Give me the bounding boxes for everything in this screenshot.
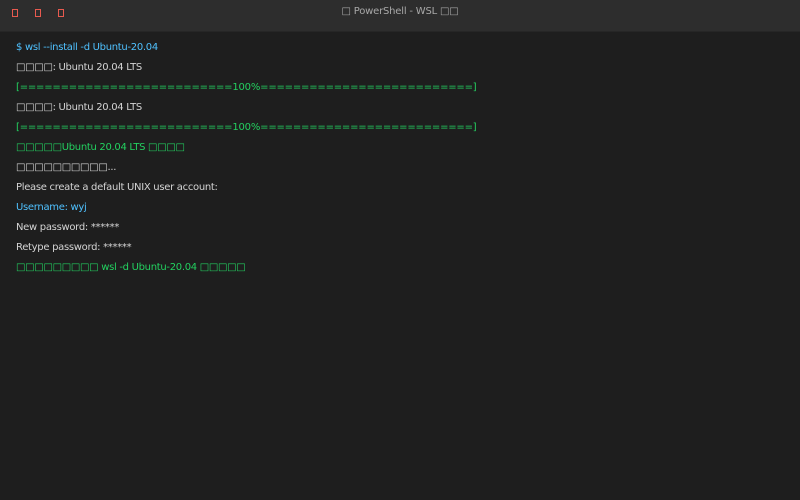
terminal-line: □□□□□□□□□ wsl -d Ubuntu-20.04 □□□□□ [16, 262, 246, 273]
terminal-line: □□□□□Ubuntu 20.04 LTS □□□□ [16, 142, 185, 153]
window-title: □ PowerShell - WSL □□ [0, 6, 800, 17]
terminal-line: Username: wyj [16, 202, 87, 213]
terminal-line: Retype password: ****** [16, 242, 132, 253]
terminal-line: New password: ****** [16, 222, 120, 233]
terminal-line: □□□□: Ubuntu 20.04 LTS [16, 62, 142, 73]
window-title-text: □ PowerShell - WSL □□ [341, 6, 459, 17]
terminal-line: □□□□: Ubuntu 20.04 LTS [16, 102, 142, 113]
progress-bar-text: [==========================100%=========… [16, 122, 477, 133]
terminal-output[interactable]: $ wsl --install -d Ubuntu-20.04 □□□□: Ub… [16, 42, 784, 282]
title-bar[interactable]: □ PowerShell - WSL □□ [0, 0, 800, 32]
terminal-window: □ PowerShell - WSL □□ $ wsl --install -d… [0, 0, 800, 500]
terminal-line: $ wsl --install -d Ubuntu-20.04 [16, 42, 158, 53]
terminal-line: □□□□□□□□□□... [16, 162, 117, 173]
progress-bar-text: [==========================100%=========… [16, 82, 477, 93]
terminal-line: Please create a default UNIX user accoun… [16, 182, 218, 193]
